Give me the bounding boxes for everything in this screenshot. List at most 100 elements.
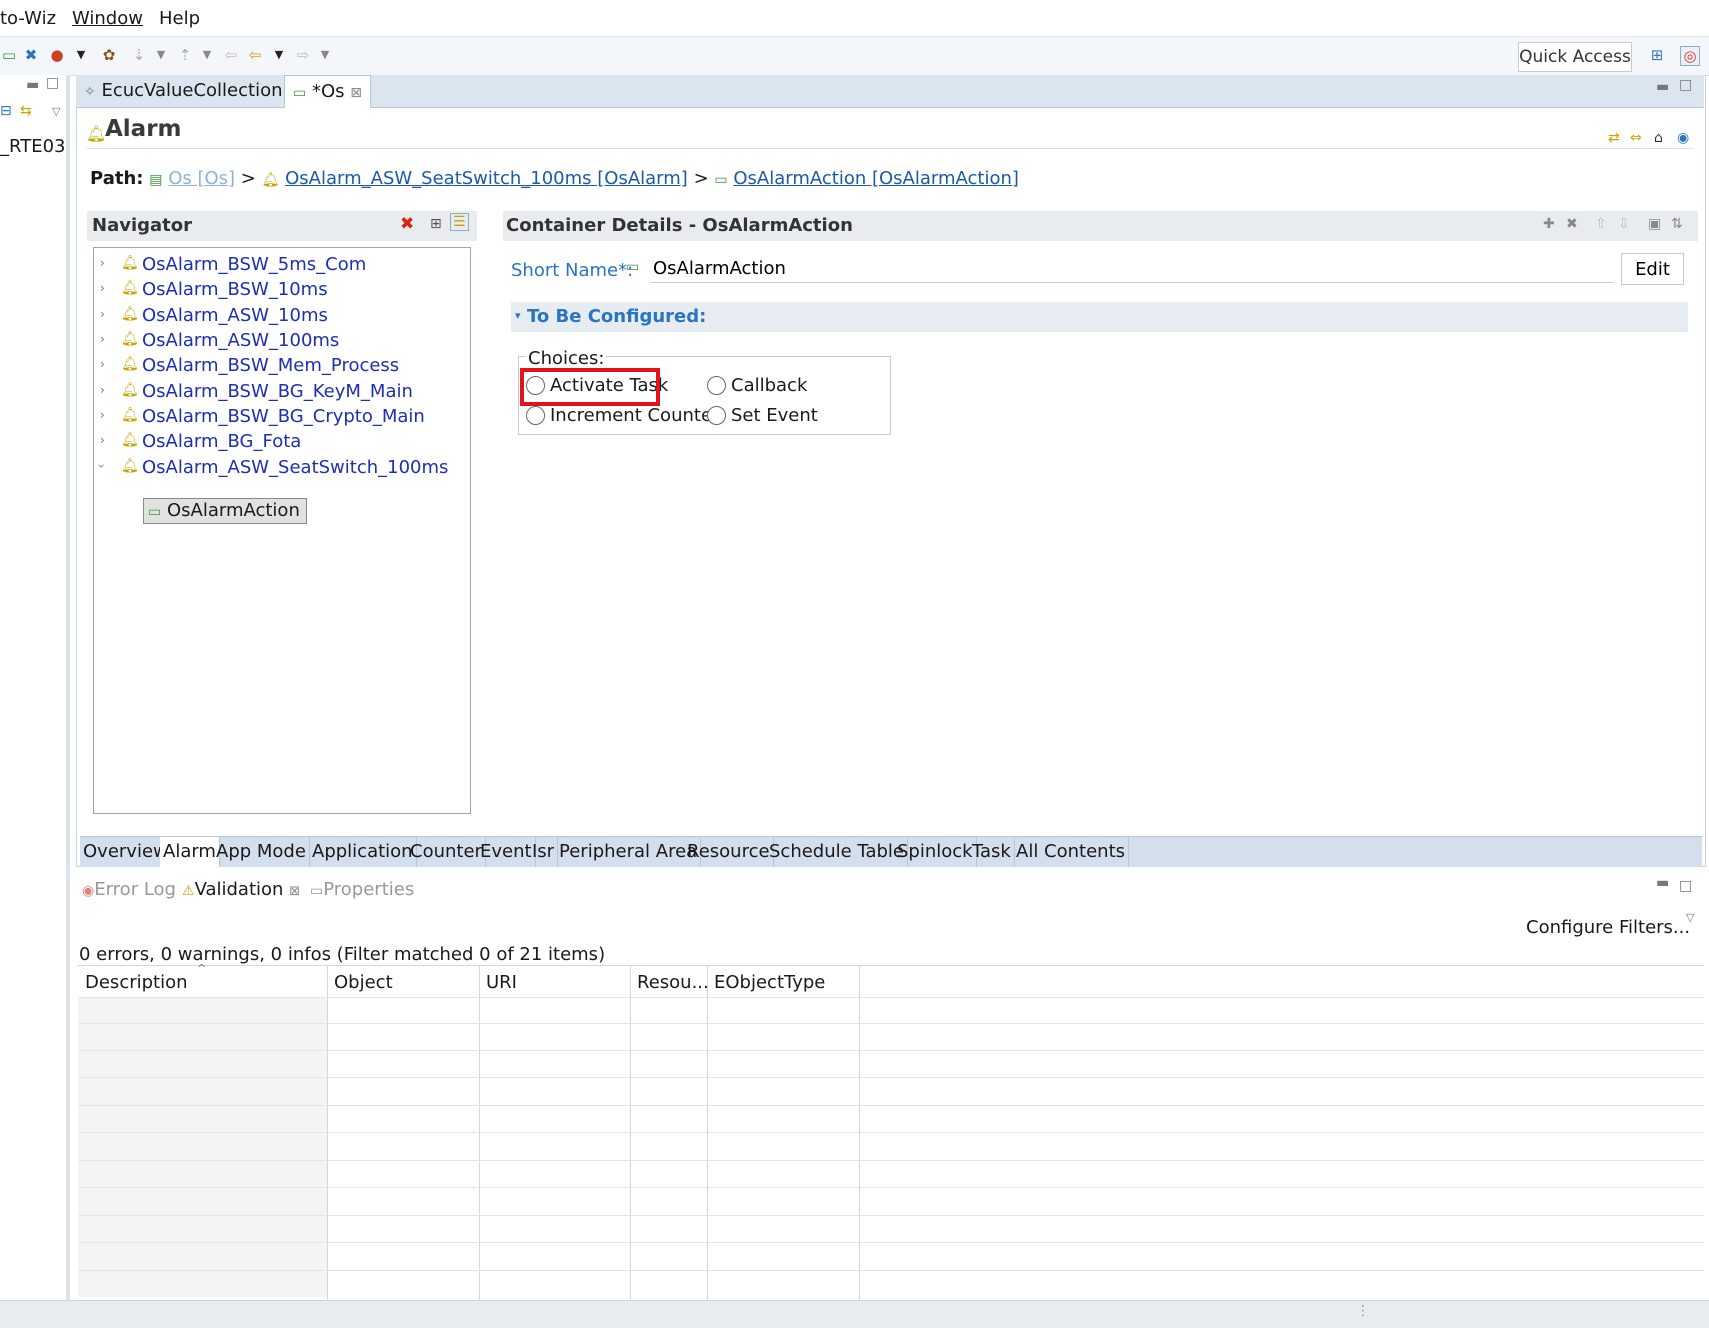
tab-spinlock[interactable]: Spinlock (894, 837, 977, 867)
chevron-down-icon[interactable]: › (94, 464, 108, 469)
tree-item-rte[interactable]: _RTE03 (0, 136, 65, 157)
column-header-object[interactable]: Object (334, 972, 393, 993)
next-annotation-icon[interactable]: ⇣ (130, 46, 148, 64)
column-header-description[interactable]: Description (85, 972, 188, 993)
last-edit-icon[interactable]: ⇦ (222, 46, 240, 64)
breadcrumb-alarm[interactable]: OsAlarm_ASW_SeatSwitch_100ms [OsAlarm] (285, 168, 688, 189)
tab-task[interactable]: Task (969, 837, 1015, 867)
menu-item-window[interactable]: Window (72, 8, 143, 29)
dropdown-icon[interactable]: ▼ (152, 46, 170, 64)
minimize-icon[interactable]: ▬ (26, 77, 39, 93)
build-icon[interactable]: ✿ (100, 46, 118, 64)
tab-all-contents[interactable]: All Contents (1013, 837, 1130, 867)
back-icon[interactable]: ⇦ (246, 46, 264, 64)
help-icon[interactable]: ◉ (1677, 130, 1689, 146)
tab-event[interactable]: Event (477, 837, 536, 867)
chevron-right-icon[interactable]: › (100, 408, 105, 422)
tab-error-log[interactable]: ◉Error Log (82, 879, 176, 900)
close-icon[interactable]: ⊠ (289, 884, 300, 899)
tree-item-label: OsAlarm_BSW_10ms (142, 279, 328, 300)
move-down-icon[interactable]: ⇩ (1618, 216, 1630, 232)
to-be-configured-section[interactable]: ▾ To Be Configured: (511, 302, 1688, 332)
module-icon: ▤ (149, 172, 163, 188)
chevron-right-icon[interactable]: › (100, 281, 105, 295)
tab-peripheral-area[interactable]: Peripheral Area (556, 837, 702, 867)
chevron-right-icon[interactable]: › (100, 256, 105, 270)
alarm-icon: 🔔︎ (121, 407, 139, 423)
chevron-right-icon[interactable]: › (100, 307, 105, 321)
filter-icon[interactable]: ☰ (450, 213, 469, 231)
new-icon[interactable]: ▭ (0, 46, 18, 64)
tab-ecuc-value-collection[interactable]: ✧ EcucValueCollection (76, 75, 291, 107)
tab-application[interactable]: Application (309, 837, 417, 867)
close-icon[interactable]: ⊠ (350, 85, 362, 101)
tree-item-label: OsAlarm_BSW_BG_KeyM_Main (142, 381, 413, 402)
dropdown-icon[interactable]: ▼ (270, 46, 288, 64)
move-up-icon[interactable]: ⇧ (1595, 216, 1607, 232)
menu-item-app[interactable]: to-Wiz (0, 8, 56, 29)
column-header-eobjecttype[interactable]: EObjectType (714, 972, 825, 993)
radio-label: Set Event (731, 405, 818, 426)
chevron-right-icon[interactable]: › (100, 383, 105, 397)
remove-icon[interactable]: ✖ (400, 214, 414, 234)
delete-icon[interactable]: ✖ (1566, 216, 1578, 232)
folder-icon: ▭ (714, 172, 728, 188)
minimize-icon[interactable]: ▬ (1656, 79, 1669, 95)
tab-schedule-table[interactable]: Schedule Table (766, 837, 908, 867)
tab-validation[interactable]: ⚠Validation ⊠ (182, 879, 300, 900)
tab-resource[interactable]: Resource (684, 837, 774, 867)
dropdown-icon[interactable]: ▼ (316, 46, 334, 64)
link-editor-icon[interactable]: ⇔ (1630, 130, 1642, 146)
maximize-icon[interactable]: □ (1679, 77, 1692, 93)
tab-isr[interactable]: Isr (529, 837, 559, 867)
dropdown-icon[interactable]: ▼ (72, 46, 90, 64)
chevron-right-icon[interactable]: › (100, 332, 105, 346)
sync-icon[interactable]: ⇄ (1608, 130, 1620, 146)
ecuc-icon: ✧ (84, 84, 96, 100)
alarm-icon: 🔔︎ (121, 458, 139, 474)
chevron-right-icon[interactable]: › (100, 433, 105, 447)
link-icon[interactable]: ⇆ (20, 103, 32, 119)
chevron-down-icon[interactable]: ▾ (515, 309, 521, 322)
tab-counter[interactable]: Counter (407, 837, 486, 867)
chevron-right-icon[interactable]: › (100, 357, 105, 371)
short-name-field[interactable] (651, 254, 1613, 283)
tab-alarm[interactable]: Alarm (160, 837, 220, 867)
minimize-icon[interactable]: ▬ (1656, 875, 1669, 891)
dropdown-icon[interactable]: ▼ (198, 46, 216, 64)
quick-access-field[interactable]: Quick Access (1518, 42, 1632, 72)
run-icon[interactable]: ● (48, 46, 66, 64)
radio-circle[interactable] (707, 406, 726, 425)
column-header-uri[interactable]: URI (486, 972, 517, 993)
tab-properties[interactable]: ▭Properties (310, 879, 414, 900)
maximize-icon[interactable]: □ (1679, 878, 1692, 894)
path-label: Path: (90, 168, 144, 189)
view-menu-icon[interactable]: ▽ (52, 105, 60, 118)
collapse-icon[interactable]: ⊟ (0, 103, 12, 119)
edit-button[interactable]: Edit (1621, 253, 1684, 285)
tab-app-mode[interactable]: App Mode (213, 837, 310, 867)
tools-icon[interactable]: ✖ (22, 46, 40, 64)
configure-filters-link[interactable]: Configure Filters... (1526, 917, 1690, 938)
prev-annotation-icon[interactable]: ⇡ (176, 46, 194, 64)
tab-os[interactable]: ▭ *Os ⊠ (284, 75, 371, 108)
tab-overview[interactable]: Overview (80, 837, 172, 867)
radio-circle[interactable] (526, 406, 545, 425)
open-perspective-icon[interactable]: ⊞ (1648, 46, 1666, 64)
forward-icon[interactable]: ⇨ (294, 46, 312, 64)
menu-item-help[interactable]: Help (159, 8, 200, 29)
tree-item-selected[interactable]: ▭ OsAlarmAction (143, 498, 307, 524)
view-menu-icon[interactable]: ▽ (1686, 911, 1694, 924)
sort-icon[interactable]: ⇅ (1671, 216, 1683, 232)
home-icon[interactable]: ⌂ (1654, 130, 1663, 146)
edit-icon[interactable]: ▣ (1648, 216, 1661, 232)
radio-circle[interactable] (707, 376, 726, 395)
add-icon[interactable]: ✚ (1543, 216, 1555, 232)
breadcrumb-os[interactable]: Os [Os] (168, 168, 235, 189)
expand-all-icon[interactable]: ⊞ (429, 215, 443, 233)
maximize-icon[interactable]: □ (46, 75, 59, 91)
grip-icon[interactable]: ⋮ (1356, 1303, 1370, 1319)
perspective-icon[interactable]: ◎ (1680, 46, 1700, 66)
breadcrumb-alarm-action[interactable]: OsAlarmAction [OsAlarmAction] (733, 168, 1019, 189)
column-header-resource[interactable]: Resou... (637, 972, 709, 993)
